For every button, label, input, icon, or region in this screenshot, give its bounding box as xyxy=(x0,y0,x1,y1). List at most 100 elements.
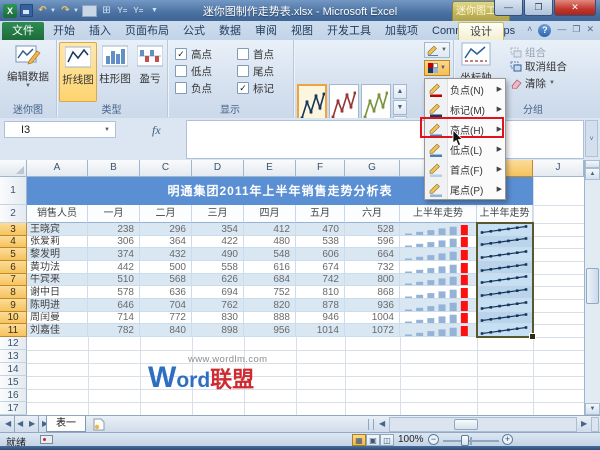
insert-function-icon[interactable]: fx xyxy=(152,123,161,138)
selection-fill-handle[interactable] xyxy=(529,333,536,340)
cell-bar-sparkline[interactable] xyxy=(400,236,477,248)
cell-value[interactable]: 888 xyxy=(244,312,296,324)
menu-item-3[interactable]: 低点(L)▶ xyxy=(425,139,505,159)
table-header-cell[interactable]: 五月 xyxy=(296,205,345,223)
row-header-1[interactable]: 1 xyxy=(0,177,27,205)
cell-value[interactable]: 296 xyxy=(140,223,192,236)
tab-7[interactable]: 开发工具 xyxy=(320,22,378,40)
cell-value[interactable]: 626 xyxy=(192,274,244,286)
zoom-in-icon[interactable]: + xyxy=(502,434,513,445)
cell-value[interactable]: 704 xyxy=(140,299,192,312)
tab-design[interactable]: 设计 xyxy=(458,22,504,40)
row-header-3[interactable]: 3 xyxy=(0,223,27,236)
cell-bar-sparkline[interactable] xyxy=(400,274,477,286)
cell-value[interactable]: 558 xyxy=(192,261,244,274)
table-header-cell[interactable]: 四月 xyxy=(244,205,296,223)
cell-name[interactable]: 王晓宾 xyxy=(27,223,88,236)
checkbox-box-icon[interactable] xyxy=(237,65,249,77)
checkbox-box-icon[interactable] xyxy=(175,82,187,94)
cell-value[interactable]: 878 xyxy=(296,299,345,312)
row-header-8[interactable]: 8 xyxy=(0,286,27,299)
row-header-9[interactable]: 9 xyxy=(0,299,27,312)
cell-value[interactable]: 616 xyxy=(244,261,296,274)
cell-line-sparkline[interactable] xyxy=(477,286,533,299)
col-header-B[interactable]: B xyxy=(88,160,140,177)
cell-line-sparkline[interactable] xyxy=(477,248,533,261)
col-header-D[interactable]: D xyxy=(192,160,244,177)
name-box[interactable]: I3 xyxy=(4,121,116,138)
cell-value[interactable]: 868 xyxy=(345,286,400,299)
gallery-up-icon[interactable]: ▲ xyxy=(393,84,407,99)
cell-value[interactable]: 596 xyxy=(345,236,400,248)
cell-value[interactable]: 374 xyxy=(88,248,140,261)
checkbox-低点[interactable]: 低点 xyxy=(175,65,212,77)
cell-bar-sparkline[interactable] xyxy=(400,261,477,274)
marker-color-button[interactable]: ▼ xyxy=(424,60,450,76)
group-button[interactable]: 组合 xyxy=(510,45,546,60)
cell-line-sparkline[interactable] xyxy=(477,261,533,274)
cell-value[interactable]: 538 xyxy=(296,236,345,248)
ungroup-button[interactable]: 取消组合 xyxy=(510,59,567,74)
cell-line-sparkline[interactable] xyxy=(477,312,533,324)
split-handle[interactable] xyxy=(585,160,600,168)
row-header-7[interactable]: 7 xyxy=(0,274,27,286)
page-break-view-icon[interactable]: ◫ xyxy=(380,434,394,446)
horizontal-scrollbar[interactable] xyxy=(389,417,577,432)
zoom-slider-handle[interactable] xyxy=(461,435,469,446)
tab-6[interactable]: 视图 xyxy=(284,22,320,40)
cell-value[interactable]: 490 xyxy=(192,248,244,261)
cell-value[interactable]: 674 xyxy=(296,261,345,274)
row-header-11[interactable]: 11 xyxy=(0,324,27,337)
cell-value[interactable]: 664 xyxy=(345,248,400,261)
cell-value[interactable]: 470 xyxy=(296,223,345,236)
cell-value[interactable]: 684 xyxy=(244,274,296,286)
cell-value[interactable]: 956 xyxy=(244,324,296,337)
cell-name[interactable]: 周闰曼 xyxy=(27,312,88,324)
column-sparkline-button[interactable]: 柱形图 xyxy=(97,42,133,100)
tab-file[interactable]: 文件 xyxy=(2,22,44,40)
col-header-A[interactable]: A xyxy=(27,160,88,177)
formula-bar-expand-icon[interactable]: ˅ xyxy=(585,120,598,157)
cell-line-sparkline[interactable] xyxy=(477,223,533,236)
cell-value[interactable]: 898 xyxy=(192,324,244,337)
menu-item-1[interactable]: 标记(M)▶ xyxy=(425,99,505,119)
menu-item-4[interactable]: 首点(F)▶ xyxy=(425,159,505,179)
cell-value[interactable]: 364 xyxy=(140,236,192,248)
hscroll-split-box[interactable] xyxy=(591,417,599,432)
cell-value[interactable]: 1014 xyxy=(296,324,345,337)
tab-4[interactable]: 数据 xyxy=(212,22,248,40)
cell-value[interactable]: 354 xyxy=(192,223,244,236)
checkbox-负点[interactable]: 负点 xyxy=(175,82,212,94)
tab-1[interactable]: 插入 xyxy=(82,22,118,40)
table-header-cell[interactable]: 上半年走势 xyxy=(400,205,477,223)
row-header-15[interactable]: 15 xyxy=(0,376,27,389)
cell-value[interactable]: 606 xyxy=(296,248,345,261)
close-button[interactable]: ✕ xyxy=(554,0,596,16)
cell-value[interactable]: 732 xyxy=(345,261,400,274)
cell-value[interactable]: 500 xyxy=(140,261,192,274)
table-header-cell[interactable]: 三月 xyxy=(192,205,244,223)
checkbox-box-icon[interactable]: ✓ xyxy=(237,82,249,94)
cell-name[interactable]: 张爱莉 xyxy=(27,236,88,248)
cell-value[interactable]: 782 xyxy=(88,324,140,337)
cell-bar-sparkline[interactable] xyxy=(400,312,477,324)
zoom-level[interactable]: 100% xyxy=(398,434,424,445)
cell-value[interactable]: 752 xyxy=(244,286,296,299)
sheet-tab-active[interactable]: 表一 xyxy=(46,416,86,432)
checkbox-尾点[interactable]: 尾点 xyxy=(237,65,274,77)
cell-value[interactable]: 714 xyxy=(88,312,140,324)
checkbox-标记[interactable]: ✓标记 xyxy=(237,82,274,94)
cell-value[interactable]: 810 xyxy=(296,286,345,299)
table-header-cell[interactable]: 六月 xyxy=(345,205,400,223)
cell-name[interactable]: 陈明进 xyxy=(27,299,88,312)
cell-name[interactable]: 黄功法 xyxy=(27,261,88,274)
cell-value[interactable]: 548 xyxy=(244,248,296,261)
row-header-17[interactable]: 17 xyxy=(0,402,27,415)
formula-input[interactable] xyxy=(186,120,584,159)
cell-value[interactable]: 480 xyxy=(244,236,296,248)
cell-name[interactable]: 谢中日 xyxy=(27,286,88,299)
hscroll-right-icon[interactable]: ▶ xyxy=(578,416,590,432)
checkbox-高点[interactable]: ✓高点 xyxy=(175,48,212,60)
table-header-cell[interactable]: 上半年走势 xyxy=(477,205,533,223)
cell-bar-sparkline[interactable] xyxy=(400,286,477,299)
